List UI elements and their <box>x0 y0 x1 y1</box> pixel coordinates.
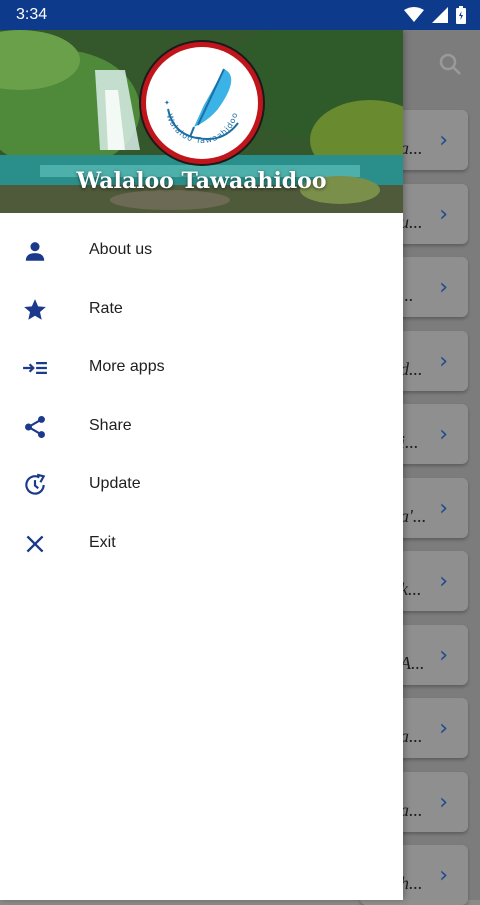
star-icon <box>24 298 46 320</box>
list-item-snippet: k... <box>400 579 422 599</box>
svg-text:✦: ✦ <box>164 99 170 107</box>
chevron-right-icon: › <box>439 789 448 815</box>
search-icon <box>439 53 461 75</box>
menu-label: Rate <box>89 299 123 317</box>
chevron-right-icon: › <box>439 716 448 741</box>
close-icon <box>26 535 44 553</box>
menu-item-more-apps[interactable]: More apps <box>0 340 403 399</box>
status-bar: 3:34 <box>0 0 480 30</box>
menu-label: More apps <box>89 358 165 376</box>
menu-item-update[interactable]: Update <box>0 457 403 516</box>
menu-label: Share <box>89 416 132 434</box>
list-item-snippet: d... <box>400 358 423 379</box>
app-logo: ✦ Walaloo Tawaahidoo <box>141 42 263 164</box>
chevron-right-icon: › <box>439 642 448 668</box>
chevron-right-icon: › <box>439 863 448 888</box>
menu-item-exit[interactable]: Exit <box>0 516 403 575</box>
menu-item-about-us[interactable]: About us <box>0 223 403 282</box>
battery-icon <box>456 6 466 24</box>
navigation-drawer: ✦ Walaloo Tawaahidoo Walaloo Tawaahidoo … <box>0 30 403 900</box>
list-item-snippet: a... <box>400 726 423 746</box>
drawer-app-name: Walaloo Tawaahidoo <box>76 168 327 194</box>
wifi-icon <box>404 7 424 22</box>
menu-label: Update <box>89 475 141 493</box>
signal-icon <box>432 7 448 23</box>
chevron-right-icon: › <box>439 348 448 374</box>
menu-item-share[interactable]: Share <box>0 399 403 458</box>
person-icon <box>25 242 45 261</box>
more-apps-icon <box>23 362 47 375</box>
chevron-right-icon: › <box>439 128 448 153</box>
update-icon <box>25 474 46 496</box>
chevron-right-icon: › <box>439 495 448 521</box>
drawer-header: ✦ Walaloo Tawaahidoo Walaloo Tawaahidoo <box>0 30 403 213</box>
feather-icon: ✦ Walaloo Tawaahidoo <box>164 68 239 145</box>
chevron-right-icon: › <box>439 422 448 447</box>
status-time: 3:34 <box>16 6 48 23</box>
list-item-snippet: A... <box>400 652 425 673</box>
list-item-snippet: u... <box>400 211 423 232</box>
menu-item-rate[interactable]: Rate <box>0 282 403 341</box>
menu-label: Exit <box>89 533 116 551</box>
chevron-right-icon: › <box>439 275 448 300</box>
menu-label: About us <box>89 241 153 258</box>
list-item-snippet: a'... <box>400 505 427 526</box>
list-item-snippet: a... <box>400 799 423 820</box>
share-icon <box>25 415 45 438</box>
chevron-right-icon: › <box>439 201 448 227</box>
list-item-snippet: h... <box>400 873 423 893</box>
drawer-menu: About us Rate More apps Share Update Exi… <box>0 223 403 575</box>
status-icons <box>404 6 466 24</box>
list-item-snippet: a... <box>400 138 423 158</box>
chevron-right-icon: › <box>439 569 448 594</box>
